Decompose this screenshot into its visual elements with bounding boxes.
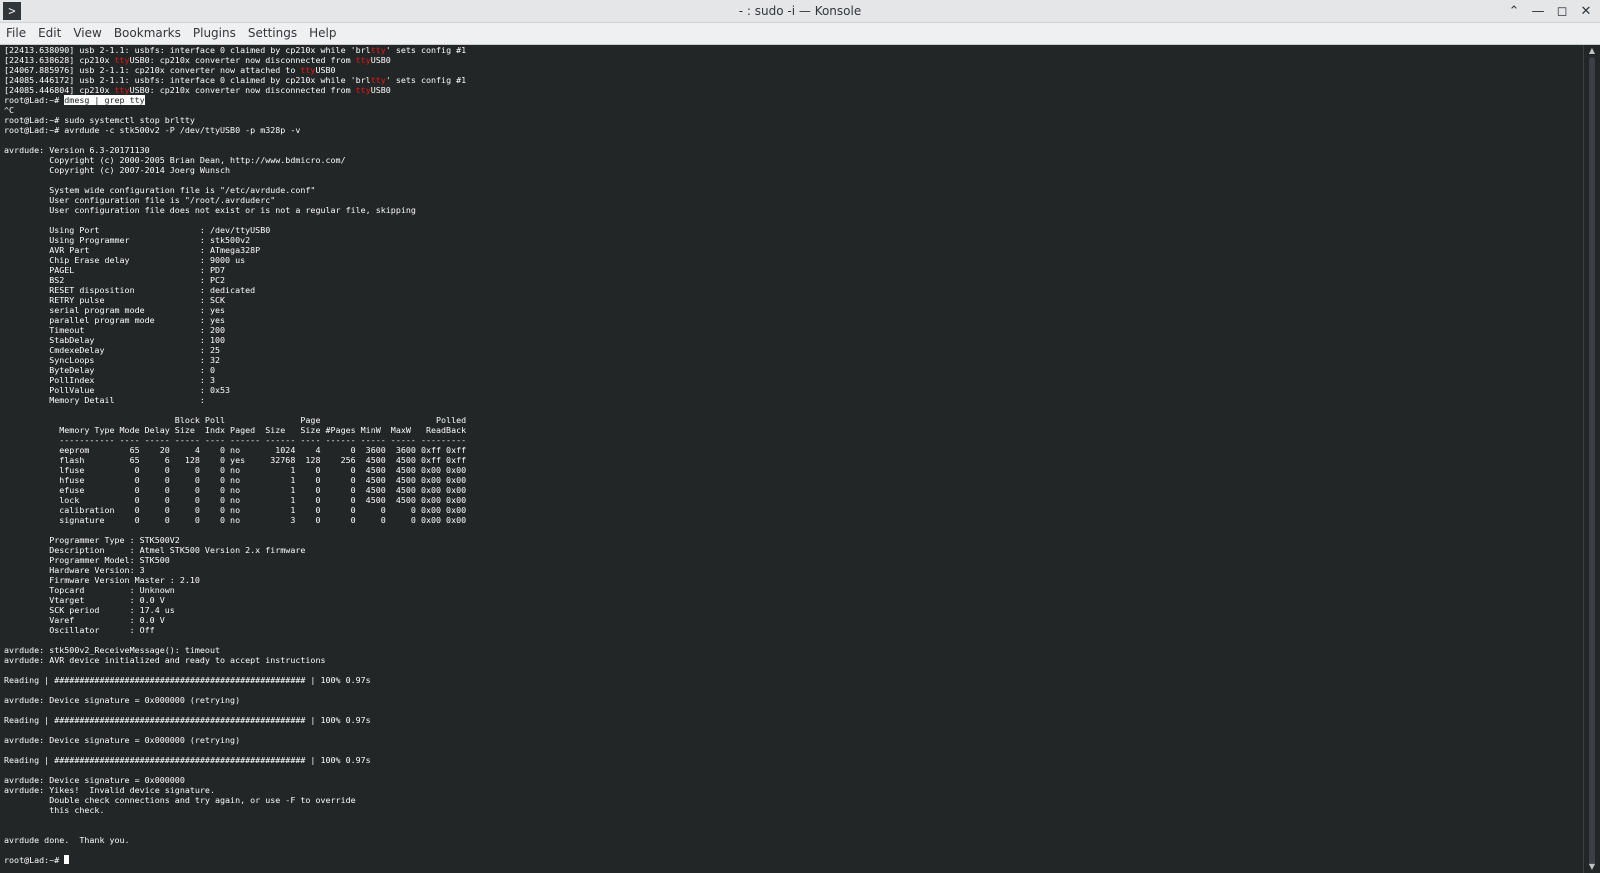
terminal-line: root@Lad:~# sudo systemctl stop brltty bbox=[4, 115, 195, 125]
terminal-line: Programmer Model: STK500 bbox=[4, 555, 170, 565]
terminal-line: Memory Type Mode Delay Size Indx Paged S… bbox=[4, 425, 467, 435]
menu-edit[interactable]: Edit bbox=[32, 23, 67, 44]
terminal-line: hfuse 0 0 0 0 no 1 0 0 4500 4500 0x00 0x… bbox=[4, 475, 467, 485]
terminal-line: Memory Detail : bbox=[4, 395, 205, 405]
maximize-button[interactable]: ◻ bbox=[1554, 2, 1570, 20]
window-title: - : sudo -i — Konsole bbox=[738, 4, 862, 18]
menu-bookmarks[interactable]: Bookmarks bbox=[108, 23, 187, 44]
title-bar[interactable]: > - : sudo -i — Konsole ⌃ — ◻ ✕ bbox=[0, 0, 1600, 23]
terminal-line: efuse 0 0 0 0 no 1 0 0 4500 4500 0x00 0x… bbox=[4, 485, 467, 495]
terminal-line: avrdude: Device signature = 0x000000 bbox=[4, 775, 185, 785]
keep-above-button[interactable]: ⌃ bbox=[1506, 2, 1522, 20]
terminal-line: StabDelay : 100 bbox=[4, 335, 226, 345]
menu-view[interactable]: View bbox=[67, 23, 107, 44]
terminal-line: SCK period : 17.4 us bbox=[4, 605, 175, 615]
terminal-line: avrdude: Device signature = 0x000000 (re… bbox=[4, 695, 241, 705]
terminal-line: Topcard : Unknown bbox=[4, 585, 175, 595]
terminal-line: Reading | ##############################… bbox=[4, 715, 371, 725]
terminal-line: avrdude: stk500v2_ReceiveMessage(): time… bbox=[4, 645, 221, 655]
terminal-line: root@Lad:~# dmesg | grep tty bbox=[4, 95, 145, 105]
terminal-line: Using Programmer : stk500v2 bbox=[4, 235, 251, 245]
terminal-line: root@Lad:~# bbox=[4, 855, 70, 865]
terminal-line: PAGEL : PD7 bbox=[4, 265, 226, 275]
scroll-down-arrow-icon[interactable]: ▼ bbox=[1584, 861, 1600, 873]
terminal-line: [24067.885976] usb 2-1.1: cp210x convert… bbox=[4, 65, 336, 75]
window-controls: ⌃ — ◻ ✕ bbox=[1506, 2, 1594, 20]
terminal-line: avrdude: Version 6.3-20171130 bbox=[4, 145, 150, 155]
terminal-line: Copyright (c) 2000-2005 Brian Dean, http… bbox=[4, 155, 346, 165]
terminal-line: lock 0 0 0 0 no 1 0 0 4500 4500 0x00 0x0… bbox=[4, 495, 467, 505]
terminal-line: avrdude done. Thank you. bbox=[4, 835, 130, 845]
grep-match: tty bbox=[370, 45, 386, 55]
terminal-line: BS2 : PC2 bbox=[4, 275, 226, 285]
terminal-line: Hardware Version: 3 bbox=[4, 565, 145, 575]
terminal-line: Description : Atmel STK500 Version 2.x f… bbox=[4, 545, 306, 555]
terminal-line: flash 65 6 128 0 yes 32768 128 256 4500 … bbox=[4, 455, 467, 465]
terminal-line: parallel program mode : yes bbox=[4, 315, 226, 325]
terminal-line: serial program mode : yes bbox=[4, 305, 226, 315]
terminal-line: ByteDelay : 0 bbox=[4, 365, 215, 375]
terminal-line: PollValue : 0x53 bbox=[4, 385, 231, 395]
terminal-line: CmdexeDelay : 25 bbox=[4, 345, 221, 355]
selected-text: dmesg | grep tty bbox=[64, 95, 145, 105]
terminal-line: [24085.446804] cp210x ttyUSB0: cp210x co… bbox=[4, 85, 391, 95]
terminal-line: calibration 0 0 0 0 no 1 0 0 0 0 0x00 0x… bbox=[4, 505, 467, 515]
terminal-output: [22413.638090] usb 2-1.1: usbfs: interfa… bbox=[0, 45, 1584, 865]
terminal-line: Block Poll Page Polled bbox=[4, 415, 467, 425]
terminal-line: SyncLoops : 32 bbox=[4, 355, 221, 365]
terminal-line: Firmware Version Master : 2.10 bbox=[4, 575, 200, 585]
terminal-view[interactable]: [22413.638090] usb 2-1.1: usbfs: interfa… bbox=[0, 45, 1584, 873]
terminal-line: User configuration file does not exist o… bbox=[4, 205, 416, 215]
terminal-line: PollIndex : 3 bbox=[4, 375, 215, 385]
menu-file[interactable]: File bbox=[0, 23, 32, 44]
terminal-line: ^C bbox=[4, 105, 15, 115]
terminal-line: RESET disposition : dedicated bbox=[4, 285, 256, 295]
terminal-line: avrdude: Yikes! Invalid device signature… bbox=[4, 785, 215, 795]
terminal-cursor bbox=[64, 855, 70, 864]
grep-match: tty bbox=[370, 75, 386, 85]
grep-match: tty bbox=[114, 85, 130, 95]
grep-match: tty bbox=[355, 55, 371, 65]
close-button[interactable]: ✕ bbox=[1578, 2, 1594, 20]
grep-match: tty bbox=[114, 55, 130, 65]
terminal-line: ----------- ---- ----- ----- ---- ------… bbox=[4, 435, 467, 445]
grep-match: tty bbox=[355, 85, 371, 95]
terminal-line: Reading | ##############################… bbox=[4, 675, 371, 685]
menu-plugins[interactable]: Plugins bbox=[187, 23, 242, 44]
terminal-line: Reading | ##############################… bbox=[4, 755, 371, 765]
terminal-line: Vtarget : 0.0 V bbox=[4, 595, 165, 605]
terminal-line: Chip Erase delay : 9000 us bbox=[4, 255, 246, 265]
terminal-line: avrdude: Device signature = 0x000000 (re… bbox=[4, 735, 241, 745]
grep-match: tty bbox=[300, 65, 316, 75]
terminal-line: Varef : 0.0 V bbox=[4, 615, 165, 625]
terminal-line: System wide configuration file is "/etc/… bbox=[4, 185, 316, 195]
terminal-line: RETRY pulse : SCK bbox=[4, 295, 226, 305]
menu-settings[interactable]: Settings bbox=[242, 23, 303, 44]
terminal-line: Oscillator : Off bbox=[4, 625, 155, 635]
terminal-line: signature 0 0 0 0 no 3 0 0 0 0 0x00 0x00 bbox=[4, 515, 467, 525]
terminal-line: Double check connections and try again, … bbox=[4, 795, 356, 805]
konsole-app-icon[interactable]: > bbox=[3, 2, 21, 20]
terminal-line: avrdude: AVR device initialized and read… bbox=[4, 655, 326, 665]
menu-help[interactable]: Help bbox=[303, 23, 342, 44]
terminal-line: eeprom 65 20 4 0 no 1024 4 0 3600 3600 0… bbox=[4, 445, 467, 455]
scrollbar-thumb[interactable] bbox=[1589, 57, 1595, 867]
terminal-line: Programmer Type : STK500V2 bbox=[4, 535, 180, 545]
scroll-up-arrow-icon[interactable]: ▲ bbox=[1584, 45, 1600, 57]
menu-bar: File Edit View Bookmarks Plugins Setting… bbox=[0, 23, 1600, 45]
terminal-scrollbar[interactable]: ▲ ▼ bbox=[1583, 45, 1600, 873]
terminal-line: [22413.638628] cp210x ttyUSB0: cp210x co… bbox=[4, 55, 391, 65]
terminal-line: AVR Part : ATmega328P bbox=[4, 245, 261, 255]
terminal-line: lfuse 0 0 0 0 no 1 0 0 4500 4500 0x00 0x… bbox=[4, 465, 467, 475]
terminal-line: Timeout : 200 bbox=[4, 325, 226, 335]
minimize-button[interactable]: — bbox=[1530, 2, 1546, 20]
terminal-line: Copyright (c) 2007-2014 Joerg Wunsch bbox=[4, 165, 231, 175]
terminal-line: [24085.446172] usb 2-1.1: usbfs: interfa… bbox=[4, 75, 467, 85]
terminal-line: root@Lad:~# avrdude -c stk500v2 -P /dev/… bbox=[4, 125, 301, 135]
terminal-line: [22413.638090] usb 2-1.1: usbfs: interfa… bbox=[4, 45, 467, 55]
terminal-line: this check. bbox=[4, 805, 105, 815]
terminal-line: Using Port : /dev/ttyUSB0 bbox=[4, 225, 271, 235]
terminal-line: User configuration file is "/root/.avrdu… bbox=[4, 195, 276, 205]
